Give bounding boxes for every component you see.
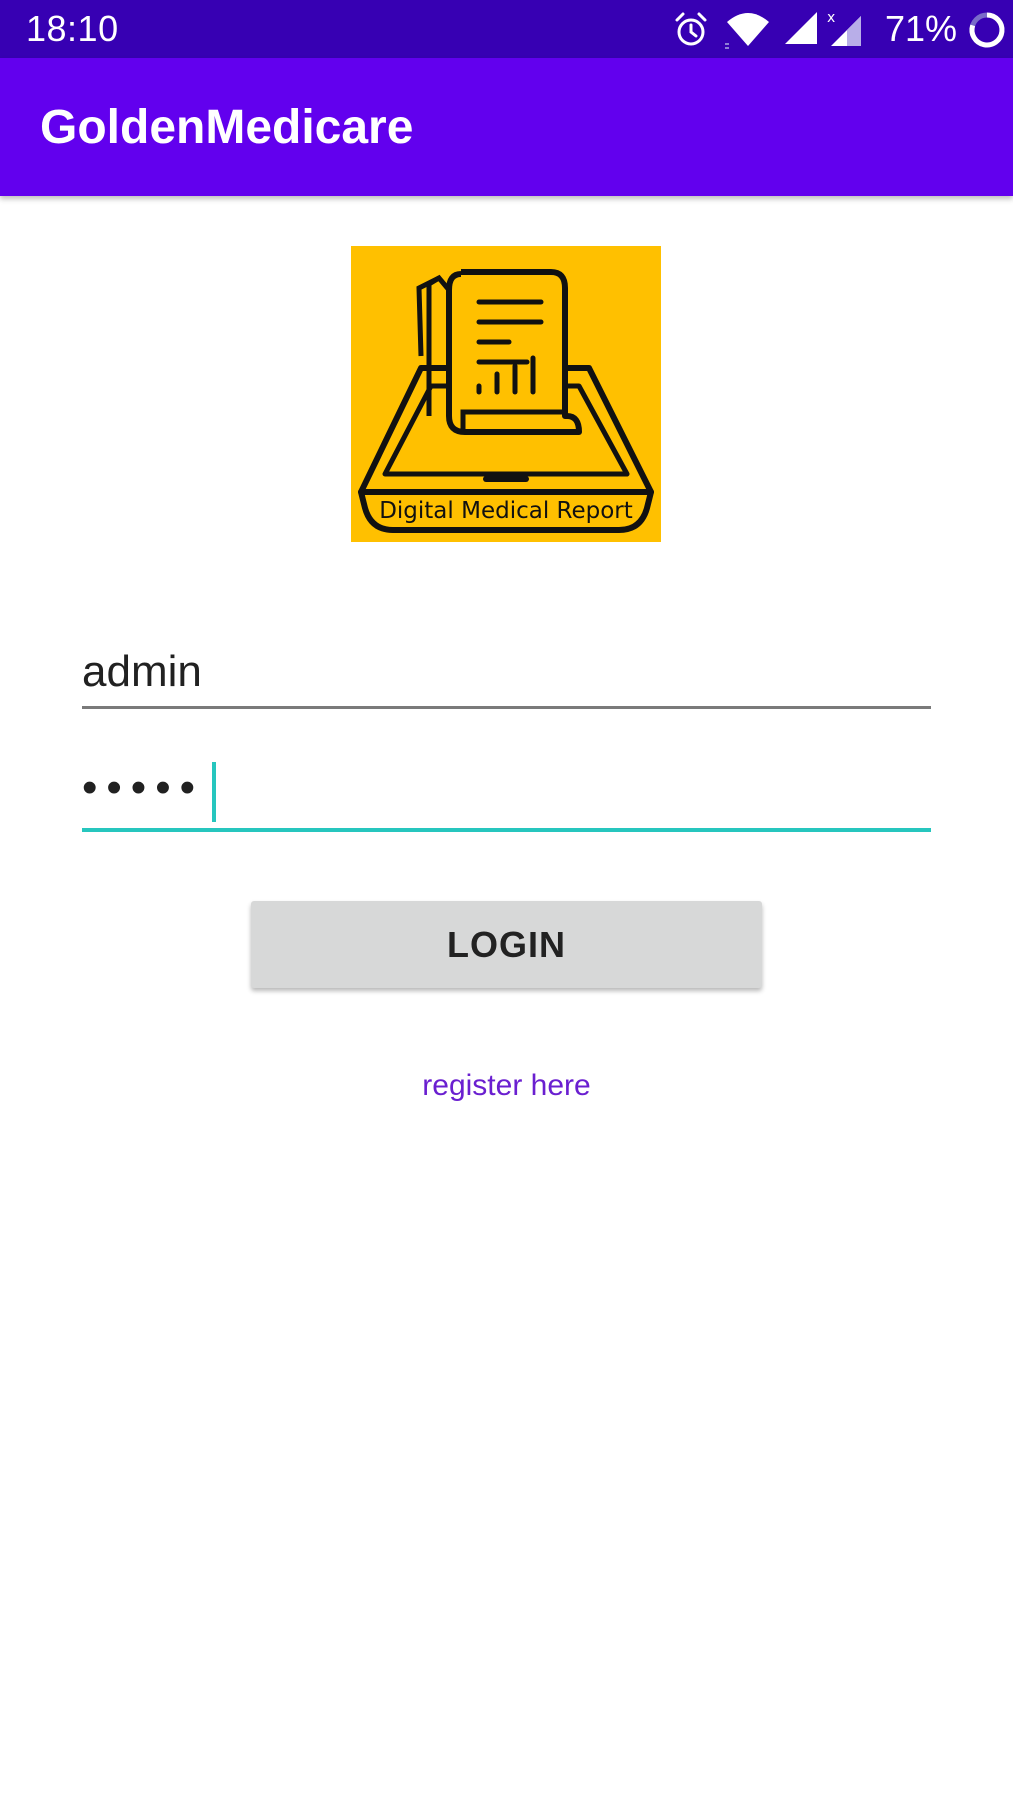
digital-medical-report-logo: Digital Medical Report [351, 246, 661, 542]
battery-percent: 71% [885, 8, 958, 49]
text-cursor [212, 762, 216, 822]
wifi-icon [725, 13, 769, 49]
app-bar: GoldenMedicare [0, 58, 1013, 196]
app-title: GoldenMedicare [40, 101, 414, 154]
battery-ring-icon [969, 12, 1005, 48]
cell-signal-x-icon: x [827, 10, 861, 46]
svg-text:x: x [827, 10, 835, 26]
alarm-icon [675, 12, 707, 46]
cell-signal-icon [785, 12, 817, 44]
register-link[interactable]: register here [0, 1066, 1013, 1106]
password-value: ••••• [82, 763, 205, 812]
status-time: 18:10 [26, 8, 119, 49]
password-field[interactable]: ••••• [82, 756, 931, 832]
status-icons: x 71% [653, 0, 1013, 58]
status-bar: 18:10 x 71% [0, 0, 1013, 58]
logo-text: Digital Medical Report [379, 498, 633, 524]
login-button[interactable]: LOGIN [251, 901, 762, 988]
username-value: admin [82, 647, 202, 696]
username-field[interactable]: admin [82, 640, 931, 709]
